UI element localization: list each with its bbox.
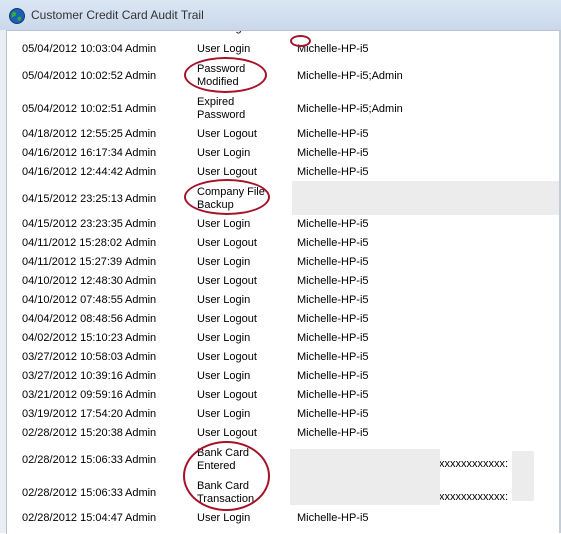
highlight-ring-company-backup	[184, 179, 270, 215]
highlight-ring-top	[290, 35, 311, 47]
row-computer: Michelle-HP-i5	[297, 256, 369, 268]
row-action: User Logout	[197, 166, 257, 178]
row-computer: Michelle-HP-i5	[297, 237, 369, 249]
row-date: 04/04/2012 08:48:56	[22, 313, 123, 325]
row-action: User Logout	[197, 351, 257, 363]
globe-icon	[9, 8, 25, 24]
row-date: 04/15/2012 23:23:35	[22, 218, 123, 230]
row-date: 02/28/2012 15:04:47	[22, 512, 123, 524]
row-computer: Michelle-HP-i5	[297, 512, 369, 524]
row-date: 04/02/2012 15:10:23	[22, 332, 123, 344]
row-computer: Michelle-HP-i5	[297, 313, 369, 325]
title-bar[interactable]: Customer Credit Card Audit Trail	[0, 0, 561, 30]
row-user: Admin	[125, 43, 157, 55]
row-date: 04/10/2012 07:48:55	[22, 294, 123, 306]
row-user: Admin	[125, 454, 157, 466]
row-computer: Michelle-HP-i5	[297, 275, 369, 287]
row-computer: Michelle-HP-i5	[297, 218, 369, 230]
row-computer: Michelle-HP-i5	[297, 166, 369, 178]
row-action: User Login	[197, 256, 251, 268]
row-date: 03/21/2012 09:59:16	[22, 389, 123, 401]
row-date: 04/18/2012 12:55:25	[22, 128, 123, 140]
row-action: User Login	[197, 332, 251, 344]
row-user: Admin	[125, 294, 157, 306]
row-action: User Login	[197, 294, 251, 306]
row-user: Admin	[125, 147, 157, 159]
row-action: User Logout	[197, 275, 257, 287]
row-user: Admin	[125, 389, 157, 401]
row-computer: Michelle-HP-i5	[297, 128, 369, 140]
row-date: 04/11/2012 15:28:02	[22, 237, 123, 249]
row-computer: Michelle-HP-i5	[297, 294, 369, 306]
row-user: Admin	[125, 487, 157, 499]
highlight-ring-bank-card	[183, 441, 270, 511]
row-action: User Logout	[197, 237, 257, 249]
row-date: 05/04/2012 10:03:04	[22, 43, 123, 55]
redacted-extra	[512, 451, 534, 501]
row-action: User Logout	[197, 389, 257, 401]
row-action: User Login	[197, 43, 251, 55]
row-user: Admin	[125, 313, 157, 325]
audit-list[interactable]: User Login 05/04/2012 10:03:04AdminUser …	[6, 30, 561, 534]
row-user: Admin	[125, 427, 157, 439]
row-date: 05/04/2012 10:02:51	[22, 103, 123, 115]
row-action: User Login	[197, 408, 251, 420]
row-action: Password	[197, 109, 246, 121]
row-date: 03/27/2012 10:58:03	[22, 351, 123, 363]
row-computer: Michelle-HP-i5	[297, 427, 369, 439]
row-card-number: xxxxxxxxxxxx:	[439, 458, 509, 470]
row-user: Admin	[125, 218, 157, 230]
row-action: User Logout	[197, 427, 257, 439]
row-computer: Michelle-HP-i5	[297, 408, 369, 420]
row-user: Admin	[125, 351, 157, 363]
row-action: User Login	[197, 370, 251, 382]
row-computer: Michelle-HP-i5	[297, 389, 369, 401]
row-date: 04/16/2012 16:17:34	[22, 147, 123, 159]
row-user: Admin	[125, 256, 157, 268]
audit-trail-window: Customer Credit Card Audit Trail User Lo…	[0, 0, 561, 534]
row-user: Admin	[125, 103, 157, 115]
row-date: 05/04/2012 10:02:52	[22, 70, 123, 82]
row-computer: Michelle-HP-i5	[297, 370, 369, 382]
row-computer: Michelle-HP-i5;Admin	[297, 70, 403, 82]
row-date: 02/28/2012 15:06:33	[22, 454, 123, 466]
row-action: User Login	[197, 218, 251, 230]
row-date: 03/27/2012 10:39:16	[22, 370, 123, 382]
window-title: Customer Credit Card Audit Trail	[31, 8, 204, 22]
row-card-number: xxxxxxxxxxxx:	[439, 491, 509, 503]
row-date: 04/11/2012 15:27:39	[22, 256, 123, 268]
row-action: User Login	[197, 147, 251, 159]
row-action: User Logout	[197, 313, 257, 325]
row-user: Admin	[125, 128, 157, 140]
row-user: Admin	[125, 237, 157, 249]
row-action: Expired	[197, 96, 235, 108]
row-action: User Logout	[197, 128, 257, 140]
row-date: 04/15/2012 23:25:13	[22, 193, 123, 205]
row-user: Admin	[125, 275, 157, 287]
highlight-ring-password-modified	[184, 57, 267, 93]
row-user: Admin	[125, 193, 157, 205]
row-computer: Michelle-HP-i5	[297, 332, 369, 344]
row-date: 02/28/2012 15:20:38	[22, 427, 123, 439]
row-computer: Michelle-HP-i5;Admin	[297, 103, 403, 115]
row-action: User Login	[197, 512, 251, 524]
row-date: 03/19/2012 17:54:20	[22, 408, 123, 420]
row-date: 04/16/2012 12:44:42	[22, 166, 123, 178]
row-user: Admin	[125, 166, 157, 178]
row-user: Admin	[125, 70, 157, 82]
row-date: 04/10/2012 12:48:30	[22, 275, 123, 287]
row-user: Admin	[125, 408, 157, 420]
row-user: Admin	[125, 332, 157, 344]
row-computer: Michelle-HP-i5	[297, 351, 369, 363]
redacted-computer-1	[292, 181, 561, 215]
row-computer: Michelle-HP-i5	[297, 147, 369, 159]
row-date: 02/28/2012 15:06:33	[22, 487, 123, 499]
row-user: Admin	[125, 512, 157, 524]
row-user: Admin	[125, 370, 157, 382]
redacted-computer-2	[290, 449, 440, 505]
